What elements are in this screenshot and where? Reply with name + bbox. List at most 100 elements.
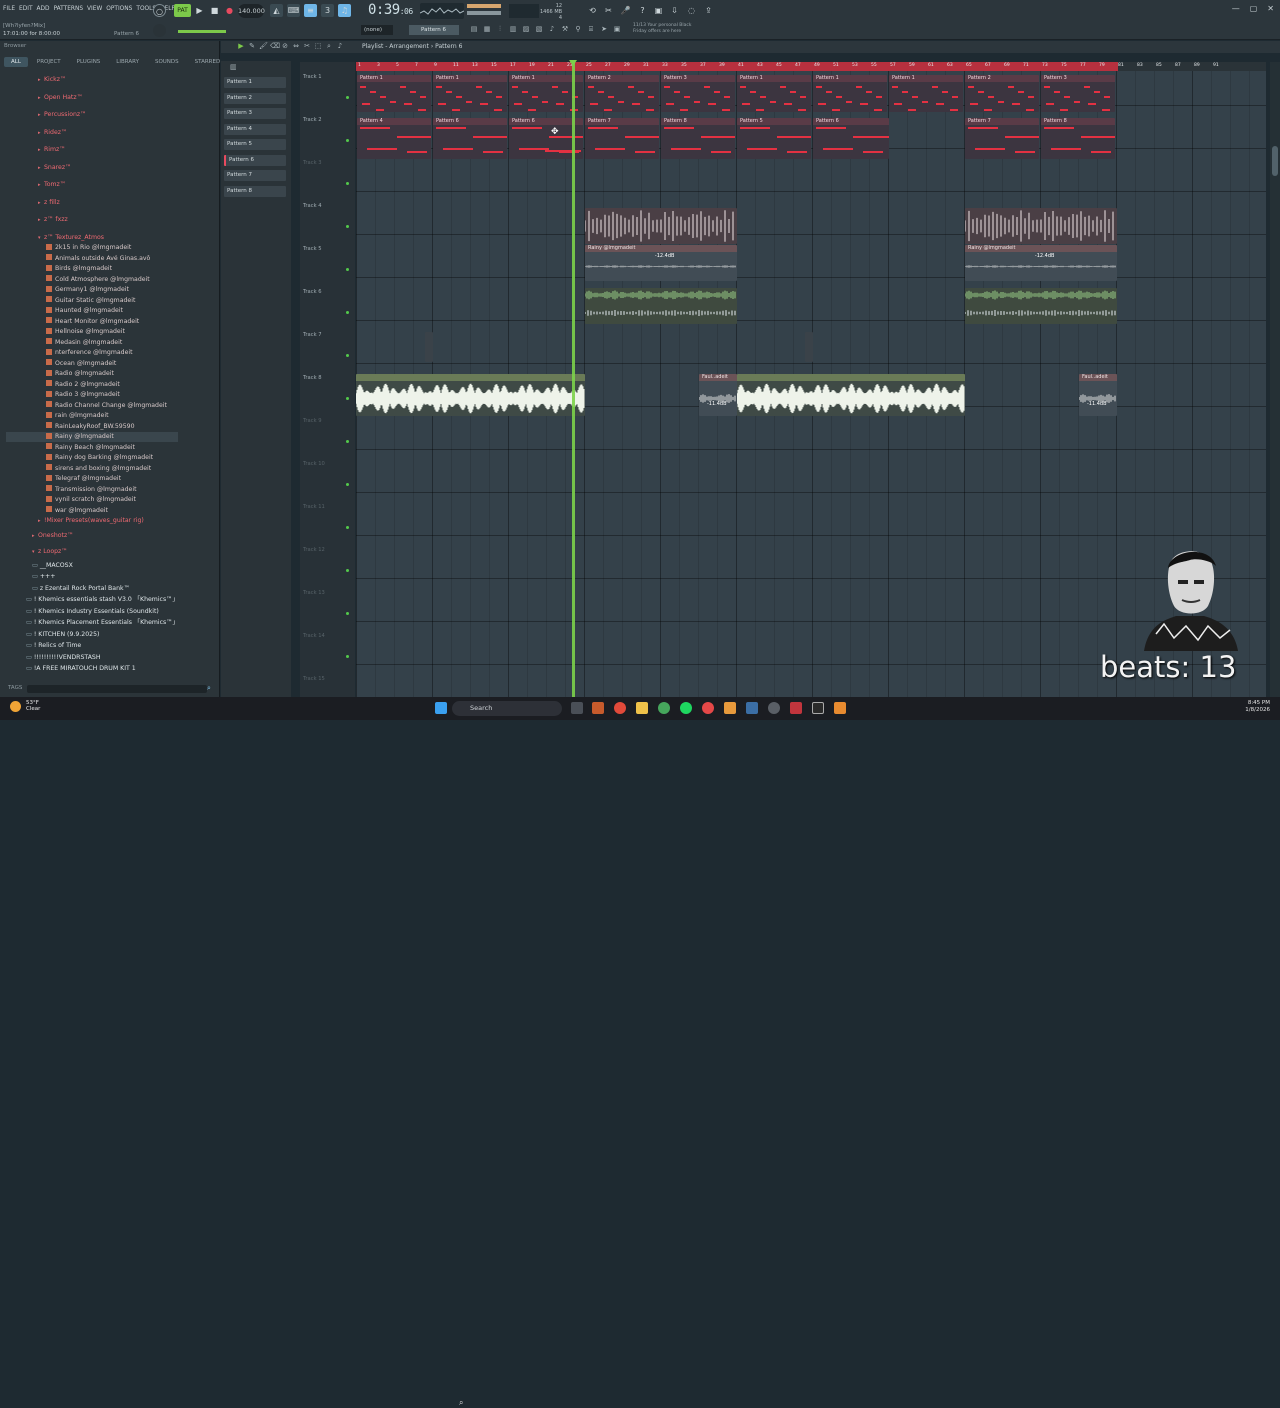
- vertical-scrollbar[interactable]: [1270, 62, 1280, 697]
- app-red-icon[interactable]: [702, 702, 714, 714]
- track-mute-led[interactable]: [346, 182, 349, 185]
- browser-file[interactable]: Heart Monitor @lmgmadeit: [46, 317, 139, 327]
- pattern-item[interactable]: Pattern 7: [224, 170, 286, 181]
- browser-file[interactable]: Transmission @lmgmadeit: [46, 485, 137, 495]
- minimize-icon[interactable]: —: [1232, 4, 1240, 13]
- metronome-icon[interactable]: ◭: [270, 4, 283, 17]
- browser-tab-sounds[interactable]: SOUNDS: [148, 57, 186, 67]
- browser-icon[interactable]: ▧: [535, 25, 543, 33]
- audio-clip[interactable]: [585, 288, 737, 324]
- undo-icon[interactable]: ⟲: [586, 4, 599, 17]
- browser-file[interactable]: Medasin @lmgmadeit: [46, 338, 122, 348]
- pattern-clip[interactable]: Pattern 1: [813, 75, 887, 112]
- browser-file[interactable]: Rainy Beach @lmgmadeit: [46, 443, 135, 453]
- timeline-ruler[interactable]: 1 3 5 7 9 11 13 15 17 19 21 23 25 27 29 31 33 35 37 39 41 43 4…: [356, 62, 1266, 71]
- browser-folder[interactable]: ▸ z™ fxzz: [38, 215, 68, 225]
- fl-studio-running-icon[interactable]: [834, 702, 846, 714]
- paint-icon[interactable]: 🖌: [259, 42, 268, 50]
- menu-patterns[interactable]: PATTERNS: [54, 4, 83, 12]
- typing-keyboard-icon[interactable]: ⌨: [287, 4, 300, 17]
- master-pitch-slider[interactable]: [467, 11, 501, 15]
- browser-root-folder[interactable]: ▭ __MACOSX: [32, 561, 73, 571]
- snap-mode[interactable]: (none): [361, 25, 393, 35]
- browser-file[interactable]: Germany1 @lmgmadeit: [46, 285, 129, 295]
- channel-icon[interactable]: ♪: [548, 25, 556, 33]
- tempo-tapper-icon[interactable]: ⚲: [574, 25, 582, 33]
- browser-folder[interactable]: ▸ !Mixer Presets(waves_guitar rig): [38, 516, 144, 526]
- browser-root-folder[interactable]: ▭ ! Relics of Time: [26, 641, 81, 651]
- track-mute-led[interactable]: [346, 440, 349, 443]
- pattern-item[interactable]: Pattern 1: [224, 77, 286, 88]
- playhead-marker[interactable]: [569, 60, 577, 66]
- picker-icon[interactable]: ▥: [230, 63, 237, 71]
- automation-clip[interactable]: [425, 332, 433, 362]
- browser-file[interactable]: nterference @lmgmadeit: [46, 348, 133, 358]
- pattern-knob[interactable]: [153, 24, 166, 37]
- pattern-item[interactable]: Pattern 2: [224, 92, 286, 104]
- browser-root-folder[interactable]: ▭ ! KITCHEN (9.9.2025): [26, 630, 99, 640]
- record-button[interactable]: ●: [223, 4, 236, 17]
- track-mute-led[interactable]: [346, 354, 349, 357]
- playhead[interactable]: [572, 62, 575, 697]
- slip-tool-icon[interactable]: ⇔: [292, 42, 300, 50]
- wait-input-icon[interactable]: ≡: [304, 4, 317, 17]
- browser-file[interactable]: Radio 2 @lmgmadeit: [46, 380, 120, 390]
- maximize-icon[interactable]: ▢: [1250, 4, 1258, 13]
- global-search-icon[interactable]: ○: [153, 4, 166, 17]
- menu-add[interactable]: ADD: [37, 4, 50, 12]
- browser-file[interactable]: Radio Channel Change @lmgmadeit: [46, 401, 167, 411]
- browser-root-folder[interactable]: ▭ +++: [32, 572, 55, 582]
- render-icon[interactable]: ⇩: [668, 4, 681, 17]
- audio-clip[interactable]: [737, 374, 965, 416]
- pattern-clip[interactable]: Pattern 8: [661, 118, 735, 159]
- spotify-icon[interactable]: [680, 702, 692, 714]
- track-label[interactable]: Track 12: [303, 547, 325, 553]
- playback-tool-icon[interactable]: ♪: [336, 42, 344, 50]
- scroll-thumb[interactable]: [1272, 146, 1278, 176]
- play-button[interactable]: ▶: [193, 4, 206, 17]
- track-mute-led[interactable]: [346, 612, 349, 615]
- browser-folder[interactable]: ▾ z™ Texturez_Atmos: [38, 233, 104, 243]
- track-mute-led[interactable]: [346, 569, 349, 572]
- search-icon[interactable]: ⌕: [207, 684, 211, 693]
- browser-file[interactable]: Hellnoise @lmgmadeit: [46, 327, 125, 337]
- mixer-icon[interactable]: ⫶: [496, 25, 504, 33]
- pattern-clip[interactable]: Pattern 7: [965, 118, 1039, 159]
- browser-tab-all[interactable]: ALL: [4, 57, 28, 67]
- audio-clip[interactable]: [965, 288, 1117, 324]
- playlist-play-icon[interactable]: ▶: [237, 42, 245, 50]
- track-mute-led[interactable]: [346, 483, 349, 486]
- steam-icon[interactable]: [746, 702, 758, 714]
- playlist-grid[interactable]: Pattern 1 Pattern 1 Pattern 1 Pattern 2 Patt…: [356, 62, 1266, 697]
- track-label[interactable]: Track 9: [303, 418, 322, 424]
- playlist-icon[interactable]: ▤: [470, 25, 478, 33]
- track-label[interactable]: Track 10: [303, 461, 325, 467]
- browser-file[interactable]: Guitar Static @lmgmadeit: [46, 296, 135, 306]
- browser-file[interactable]: vynil scratch @lmgmadeit: [46, 495, 136, 505]
- countdown-icon[interactable]: 3: [321, 4, 334, 17]
- windows-start-icon[interactable]: [435, 702, 447, 714]
- browser-root-folder[interactable]: ▭ ! Khemics Industry Essentials (Soundki…: [26, 607, 159, 617]
- browser-file[interactable]: Rainy @lmgmadeit: [6, 432, 178, 442]
- browser-file[interactable]: Radio @lmgmadeit: [46, 369, 114, 379]
- browser-tab-plugins[interactable]: PLUGINS: [70, 57, 108, 67]
- browser-file[interactable]: Ocean @lmgmadeit: [46, 359, 116, 369]
- fl-studio-icon[interactable]: [724, 702, 736, 714]
- slice-tool-icon[interactable]: ✂: [303, 42, 311, 50]
- system-clock[interactable]: 8:45 PM 1/8/2026: [1245, 700, 1270, 714]
- track-mute-led[interactable]: [346, 526, 349, 529]
- pattern-selector[interactable]: Pattern 6: [409, 25, 459, 35]
- pattern-clip[interactable]: Pattern 3: [1041, 75, 1115, 112]
- file-explorer-icon[interactable]: [636, 702, 648, 714]
- track-mute-led[interactable]: [346, 655, 349, 658]
- browser-root-folder[interactable]: ▭ !A FREE MIRATOUCH DRUM KIT 1: [26, 664, 136, 674]
- track-label[interactable]: Track 11: [303, 504, 325, 510]
- time-display[interactable]: 0:39:06: [368, 2, 413, 18]
- track-label[interactable]: Track 6: [303, 289, 322, 295]
- browser-file[interactable]: Animals outside Avé Ginas.avô: [46, 254, 150, 264]
- audio-clip[interactable]: Rainy @lmgmadeit -12.4dB: [965, 245, 1117, 281]
- plugin-picker-icon[interactable]: ▨: [522, 25, 530, 33]
- app-capcut-icon[interactable]: [812, 702, 824, 714]
- track-mute-led[interactable]: [346, 96, 349, 99]
- browser-root-folder[interactable]: ▭ !!!!!!!!!!VENDRSTASH: [26, 653, 101, 663]
